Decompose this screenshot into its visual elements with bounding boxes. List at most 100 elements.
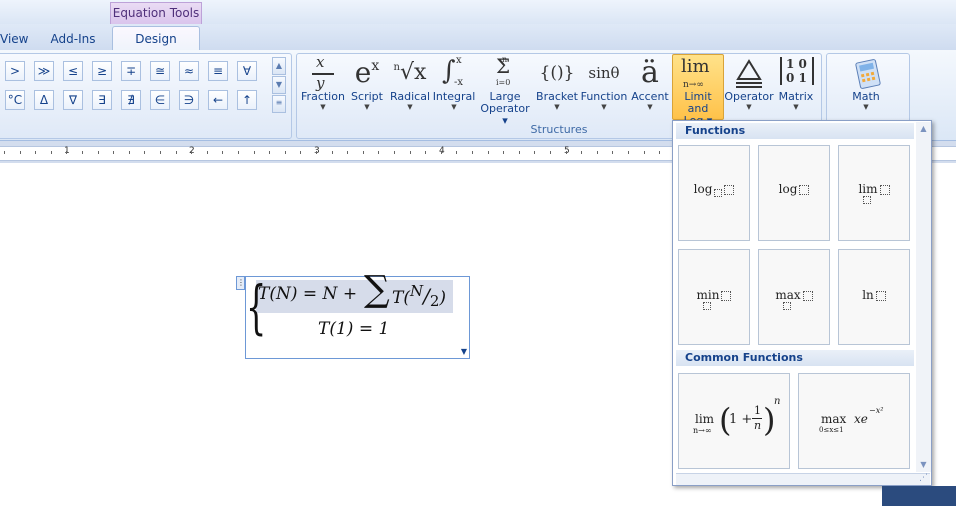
gallery-item-limit-e[interactable]: lim n→∞ ( 1 + 1 n ) n <box>678 373 790 469</box>
gallery-item-lim[interactable]: lim <box>838 145 910 241</box>
symbol-button[interactable]: Δ <box>34 90 54 110</box>
ruler-tick <box>269 151 270 154</box>
operator-label: Operator <box>724 90 774 103</box>
limit-and-log-button[interactable]: lim n→∞ Limit andLog ▾ <box>672 54 724 127</box>
chevron-down-icon: ▼ <box>863 103 869 111</box>
matrix-button[interactable]: 1 0 0 1 Matrix ▼ <box>774 55 818 117</box>
chevron-down-icon: ▼ <box>451 103 457 111</box>
symbol-button[interactable]: ≤ <box>63 61 83 81</box>
integral-icon: ∫ x -x <box>442 55 464 88</box>
symbol-button[interactable]: ≫ <box>34 61 54 81</box>
ruler-tick <box>503 151 504 154</box>
gallery-scroll-down-icon[interactable]: ▼ <box>916 460 931 469</box>
gallery-item-log-subscript[interactable]: log <box>678 145 750 241</box>
chevron-down-icon: ▼ <box>364 103 370 111</box>
ruler-tick <box>35 151 36 154</box>
ruler-tick <box>581 151 582 154</box>
ruler-tick <box>98 151 99 154</box>
symbol-button[interactable]: °C <box>5 90 25 110</box>
math-button[interactable]: Math ▼ <box>838 55 894 117</box>
ruler-tick <box>222 151 223 154</box>
resize-grip-icon[interactable]: ⋰ <box>919 473 928 483</box>
script-label: Script <box>351 90 383 103</box>
symbol-button[interactable]: ≡ <box>208 61 228 81</box>
fraction-label: Fraction <box>301 90 345 103</box>
tab-view[interactable]: View <box>0 26 28 51</box>
large-operator-icon: n Σ i=0 <box>496 54 511 87</box>
symbol-button[interactable]: ↑ <box>237 90 257 110</box>
equation-handle[interactable]: ⋮ <box>236 276 245 290</box>
chevron-down-icon: ▼ <box>746 103 752 111</box>
ruler-tick <box>441 151 442 154</box>
radical-label: Radical <box>389 90 431 103</box>
ruler-tick <box>300 151 301 154</box>
symbol-button[interactable]: ≥ <box>92 61 112 81</box>
gallery-item-max-xe[interactable]: max 0≤x≤1 xe −x² <box>798 373 910 469</box>
limit-log-icon: lim n→∞ <box>681 56 710 90</box>
accent-label: Accent <box>631 90 669 103</box>
gallery-item-max[interactable]: max <box>758 249 830 345</box>
tab-design[interactable]: Design <box>112 26 200 52</box>
script-button[interactable]: ex Script ▼ <box>348 55 386 117</box>
function-icon: sinθ <box>588 64 620 82</box>
sum-operator: ∑ <box>364 269 390 310</box>
chevron-down-icon: ▼ <box>407 103 413 111</box>
equation-tools-context-tab: Equation Tools <box>110 2 202 25</box>
symbol-button[interactable]: ≅ <box>150 61 170 81</box>
ruler-tick <box>644 151 645 154</box>
ruler-tick <box>176 151 177 154</box>
gallery-scrollbar[interactable]: ▲ ▼ <box>916 122 931 472</box>
equation-line-1[interactable]: T(N) = N + <box>258 284 357 304</box>
tab-add-ins[interactable]: Add-Ins <box>48 26 98 51</box>
ruler-tick <box>534 151 535 154</box>
symbol-button[interactable]: ≈ <box>179 61 199 81</box>
ruler-tick <box>238 151 239 154</box>
large-operator-button[interactable]: n Σ i=0 Large Operator ▾ <box>478 54 532 127</box>
operator-button[interactable]: Operator ▼ <box>724 55 774 117</box>
equation-options-dropdown[interactable]: ▼ <box>458 347 470 359</box>
symbol-button[interactable]: > <box>5 61 25 81</box>
gallery-item-ln[interactable]: ln <box>838 249 910 345</box>
ruler-tick <box>160 151 161 154</box>
equation-line-2[interactable]: T(1) = 1 <box>318 319 389 339</box>
symbol-button[interactable]: ∄ <box>121 90 141 110</box>
symbol-button[interactable]: ← <box>208 90 228 110</box>
symbols-scroll-down-button[interactable]: ▼ <box>272 76 286 94</box>
symbol-button[interactable]: ∃ <box>92 90 112 110</box>
bracket-label: Bracket <box>536 90 578 103</box>
matrix-icon: 1 0 0 1 <box>774 55 818 91</box>
radical-icon: n√x <box>393 60 427 85</box>
ruler-tick <box>472 151 473 154</box>
gallery-item-log[interactable]: log <box>758 145 830 241</box>
ruler-tick <box>144 151 145 154</box>
symbol-button[interactable]: ∀ <box>237 61 257 81</box>
fraction-button[interactable]: x y Fraction ▼ <box>300 53 346 117</box>
ruler-tick <box>394 151 395 154</box>
function-button[interactable]: sinθ Function ▼ <box>580 55 628 117</box>
ruler-tick <box>332 151 333 154</box>
accent-button[interactable]: ä Accent ▼ <box>630 55 670 117</box>
radical-button[interactable]: n√x Radical ▼ <box>388 55 432 117</box>
bracket-button[interactable]: {()} Bracket ▼ <box>534 55 580 117</box>
chevron-down-icon: ▼ <box>320 103 326 111</box>
chevron-down-icon: ▼ <box>793 103 799 111</box>
symbols-more-button[interactable]: ≡ <box>272 95 286 113</box>
ruler-tick <box>659 151 660 154</box>
ruler-tick <box>488 151 489 154</box>
symbol-button[interactable]: ∋ <box>179 90 199 110</box>
ruler-tick <box>82 151 83 154</box>
ruler-tick <box>519 151 520 154</box>
integral-button[interactable]: ∫ x -x Integral ▼ <box>432 55 476 117</box>
gallery-item-min[interactable]: min <box>678 249 750 345</box>
gallery-scroll-up-icon[interactable]: ▲ <box>916 124 931 133</box>
symbol-button[interactable]: ∇ <box>63 90 83 110</box>
ruler-tick <box>363 151 364 154</box>
symbols-scroll-up-button[interactable]: ▲ <box>272 57 286 75</box>
window-background-strip <box>882 486 956 506</box>
symbol-button[interactable]: ∈ <box>150 90 170 110</box>
ruler-tick <box>347 151 348 154</box>
bracket-icon: {()} <box>539 63 575 83</box>
ruler-tick <box>20 151 21 154</box>
equation-brace: { <box>246 273 267 341</box>
symbol-button[interactable]: ∓ <box>121 61 141 81</box>
